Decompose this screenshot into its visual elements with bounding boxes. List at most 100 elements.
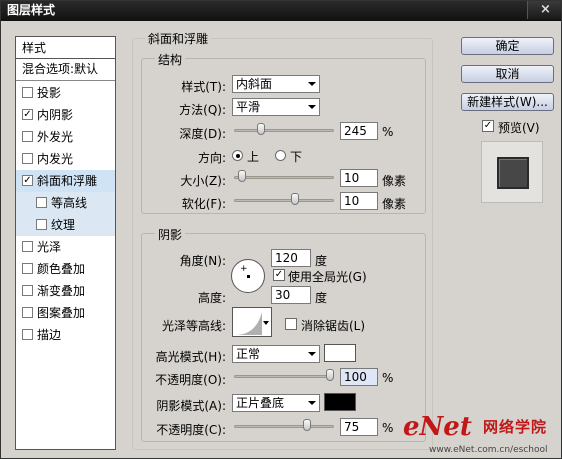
blending-options-item[interactable]: 混合选项:默认 xyxy=(16,59,115,81)
shading-title: 阴影 xyxy=(155,226,186,243)
watermark-cn: 网络学院 xyxy=(483,418,548,436)
shadow-mode-select[interactable]: 正片叠底 xyxy=(232,394,320,412)
size-slider-track[interactable] xyxy=(234,176,334,179)
size-input[interactable]: 10 xyxy=(340,169,378,187)
style-list-item[interactable]: 描边 xyxy=(16,324,115,346)
style-list-header[interactable]: 样式 xyxy=(16,37,115,59)
style-list-item[interactable]: 颜色叠加 xyxy=(16,258,115,280)
soften-unit: 像素 xyxy=(382,197,407,211)
style-checkbox[interactable] xyxy=(22,131,33,142)
window-title: 图层样式 xyxy=(7,3,56,17)
depth-slider-thumb[interactable] xyxy=(256,123,265,135)
altitude-label: 高度: xyxy=(197,291,226,305)
style-checkbox[interactable] xyxy=(22,307,33,318)
size-unit: 像素 xyxy=(382,174,407,188)
style-list-item-label: 图案叠加 xyxy=(37,306,86,320)
style-checkbox[interactable] xyxy=(22,87,33,98)
chevron-down-icon xyxy=(308,82,316,86)
angle-dot xyxy=(247,275,250,278)
style-label: 样式(T): xyxy=(181,80,226,94)
soften-slider-thumb[interactable] xyxy=(291,193,300,205)
style-checkbox[interactable]: ✓ xyxy=(22,109,33,120)
contour-curve-icon xyxy=(235,312,262,335)
depth-slider-track[interactable] xyxy=(234,129,334,132)
direction-down-radio[interactable] xyxy=(275,150,286,161)
size-slider-thumb[interactable] xyxy=(237,170,246,182)
enet-watermark: eNet 网络学院 www.eNet.com.cn/eschool xyxy=(403,412,561,458)
style-checkbox[interactable] xyxy=(22,285,33,296)
style-list-item[interactable]: ✓ 内阴影 xyxy=(16,104,115,126)
style-list-item-label: 内发光 xyxy=(37,152,74,166)
depth-input[interactable]: 245 xyxy=(340,122,378,140)
highlight-opacity-slider-track[interactable] xyxy=(234,375,334,378)
style-list-item[interactable]: 内发光 xyxy=(16,148,115,170)
preview-label: 预览(V) xyxy=(498,121,540,135)
altitude-input[interactable]: 30 xyxy=(271,286,311,304)
global-light-checkbox[interactable]: ✓ xyxy=(273,269,285,281)
gloss-contour-picker[interactable] xyxy=(232,307,272,337)
watermark-url: www.eNet.com.cn/eschool xyxy=(429,445,548,455)
style-list-item[interactable]: 投影 xyxy=(16,82,115,104)
style-list-item-label: 内阴影 xyxy=(37,108,74,122)
soften-slider-track[interactable] xyxy=(234,199,334,202)
angle-input[interactable]: 120 xyxy=(271,249,311,267)
style-checkbox[interactable] xyxy=(22,263,33,274)
global-light-label: 使用全局光(G) xyxy=(288,270,367,284)
shadow-opacity-slider-thumb[interactable] xyxy=(303,419,311,431)
angle-label: 角度(N): xyxy=(179,254,226,268)
style-list-item[interactable]: 等高线 xyxy=(16,192,115,214)
highlight-opacity-slider-thumb[interactable] xyxy=(326,369,334,381)
angle-dial[interactable]: + xyxy=(231,259,265,293)
highlight-opacity-input[interactable]: 100 xyxy=(340,368,378,386)
highlight-opacity-unit: % xyxy=(382,371,394,385)
new-style-button[interactable]: 新建样式(W)... xyxy=(461,93,554,111)
size-label: 大小(Z): xyxy=(180,174,226,188)
highlight-color-swatch[interactable] xyxy=(324,344,356,362)
style-list-item[interactable]: 图案叠加 xyxy=(16,302,115,324)
shadow-color-swatch[interactable] xyxy=(324,393,356,411)
style-list-item-label: 外发光 xyxy=(37,130,74,144)
direction-up-radio[interactable] xyxy=(232,150,243,161)
preview-checkbox[interactable]: ✓ xyxy=(482,120,494,132)
style-list-item[interactable]: 外发光 xyxy=(16,126,115,148)
highlight-mode-select[interactable]: 正常 xyxy=(232,345,320,363)
watermark-brand: eNet xyxy=(403,412,472,442)
ok-button[interactable]: 确定 xyxy=(461,37,554,55)
close-button[interactable]: × xyxy=(527,1,561,19)
chevron-down-icon xyxy=(308,352,316,356)
style-list-item[interactable]: 纹理 xyxy=(16,214,115,236)
style-checkbox[interactable] xyxy=(36,219,47,230)
highlight-opacity-label: 不透明度(O): xyxy=(155,373,226,387)
chevron-down-icon xyxy=(308,401,316,405)
bevel-style-value: 内斜面 xyxy=(236,77,273,91)
depth-label: 深度(D): xyxy=(179,127,226,141)
style-checkbox[interactable] xyxy=(22,241,33,252)
technique-select[interactable]: 平滑 xyxy=(232,98,320,116)
direction-up-label: 上 xyxy=(247,150,260,164)
style-checkbox[interactable] xyxy=(22,329,33,340)
style-list-item-label: 等高线 xyxy=(51,196,88,210)
style-checkbox[interactable] xyxy=(36,197,47,208)
style-checkbox[interactable]: ✓ xyxy=(22,175,33,186)
style-list: 样式 混合选项:默认 投影 ✓ 内阴影外发光内发光 ✓ 斜面和浮雕等高线纹理 光泽 颜色叠加… xyxy=(15,36,116,450)
shadow-mode-value: 正片叠底 xyxy=(236,396,285,410)
style-checkbox[interactable] xyxy=(22,153,33,164)
bevel-style-select[interactable]: 内斜面 xyxy=(232,75,320,93)
direction-label: 方向: xyxy=(197,151,226,165)
angle-unit: 度 xyxy=(315,254,328,268)
technique-value: 平滑 xyxy=(236,100,261,114)
shadow-opacity-input[interactable]: 75 xyxy=(340,418,378,436)
crosshair-icon: + xyxy=(240,264,248,274)
style-list-item[interactable]: ✓ 斜面和浮雕 xyxy=(16,170,115,192)
anti-alias-checkbox[interactable] xyxy=(285,318,297,330)
shadow-opacity-slider-track[interactable] xyxy=(234,425,334,428)
soften-input[interactable]: 10 xyxy=(340,192,378,210)
style-list-item[interactable]: 渐变叠加 xyxy=(16,280,115,302)
cancel-button[interactable]: 取消 xyxy=(461,65,554,83)
soften-label: 软化(F): xyxy=(181,197,226,211)
shadow-opacity-label: 不透明度(C): xyxy=(156,423,226,437)
shadow-opacity-unit: % xyxy=(382,421,394,435)
chevron-down-icon xyxy=(308,105,316,109)
style-list-item[interactable]: 光泽 xyxy=(16,236,115,258)
preview-swatch xyxy=(497,157,529,189)
